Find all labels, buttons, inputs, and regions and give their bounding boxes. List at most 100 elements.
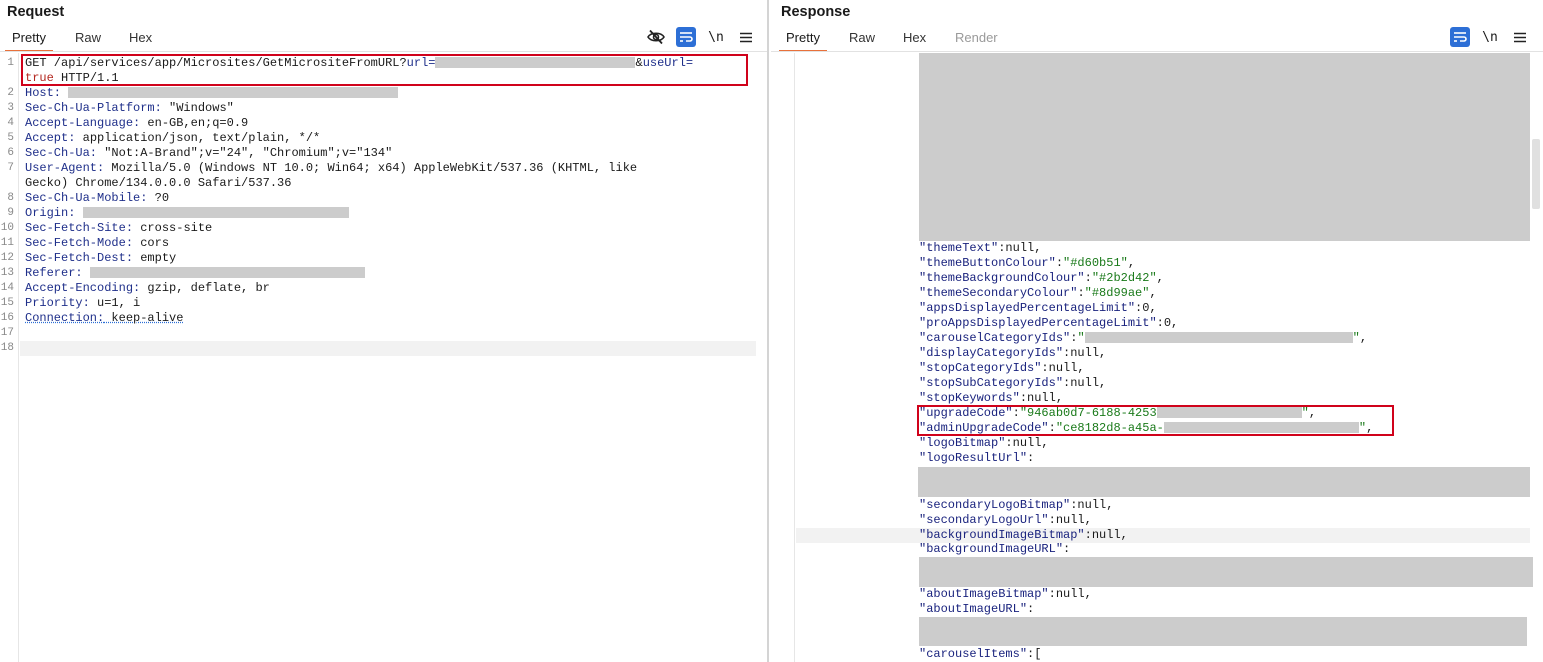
newline-toggle-button[interactable]: \n (706, 27, 726, 47)
response-editor[interactable]: "themeText":null, "themeButtonColour":"#… (771, 53, 1543, 662)
request-tabbar-divider (0, 51, 767, 52)
header-value: "Not:A-Brand";v="24", "Chromium";v="134" (97, 146, 393, 160)
redacted-value (89, 267, 365, 279)
json-string: " (1352, 331, 1360, 345)
json-string: " (1077, 331, 1085, 345)
line-number: 3 (7, 102, 14, 114)
json-line: "aboutImageBitmap":null, (919, 587, 1092, 602)
header-value: cors (133, 236, 170, 250)
text-wrap-icon[interactable] (1450, 27, 1470, 47)
header-name: Referer: (25, 266, 83, 280)
json-line: "displayCategoryIds":null, (919, 346, 1106, 361)
json-line: "stopSubCategoryIds":null, (919, 376, 1106, 391)
json-punct: :0, (1135, 301, 1157, 315)
header-value: gzip, deflate, br (140, 281, 270, 295)
eye-slash-icon[interactable] (646, 27, 666, 47)
json-key: "secondaryLogoUrl" (919, 513, 1049, 527)
json-punct: :null, (1063, 346, 1107, 360)
json-line: "aboutImageURL": (919, 602, 1034, 617)
header-value: en-GB,en;q=0.9 (140, 116, 249, 130)
request-editor[interactable]: 1 2 3 4 5 6 7 8 9 10 11 12 13 14 15 16 1… (0, 53, 767, 662)
request-tab-pretty[interactable]: Pretty (5, 30, 53, 52)
header-name: Sec-Fetch-Dest: (25, 251, 134, 265)
request-tab-raw[interactable]: Raw (75, 30, 101, 50)
request-tab-hex[interactable]: Hex (129, 30, 152, 50)
line-number: 2 (7, 87, 14, 99)
json-string: "#8d99ae" (1084, 286, 1150, 300)
json-line: "logoBitmap":null, (919, 436, 1049, 451)
header-name: Origin: (25, 206, 76, 220)
json-key: "themeText" (919, 241, 999, 255)
redacted-value (1084, 332, 1353, 344)
json-line: "stopKeywords":null, (919, 391, 1063, 406)
header-name: Accept-Encoding: (25, 281, 141, 295)
header-line: Accept-Language: en-GB,en;q=0.9 (25, 116, 248, 131)
json-punct: :null, (1005, 436, 1049, 450)
hamburger-menu-icon[interactable] (1510, 27, 1530, 47)
redacted-value (68, 87, 399, 99)
line-number: 1 (7, 57, 14, 69)
request-pane: Request Pretty Raw Hex \n 1 2 3 4 5 6 7 … (0, 0, 767, 662)
json-punct: : (1027, 451, 1035, 465)
response-tabbar-divider (771, 51, 1543, 52)
json-string: "#2b2d42" (1091, 271, 1157, 285)
line-number: 6 (7, 147, 14, 159)
header-line: Priority: u=1, i (25, 296, 140, 311)
header-value: empty (133, 251, 177, 265)
json-punct: :null, (998, 241, 1042, 255)
json-key: "stopSubCategoryIds" (919, 376, 1064, 390)
response-scrollbar-thumb[interactable] (1532, 139, 1540, 209)
line-number: 14 (0, 282, 14, 294)
header-name: User-Agent: (25, 161, 105, 175)
header-line: Sec-Ch-Ua-Mobile: ?0 (25, 191, 169, 206)
pane-divider[interactable] (767, 0, 769, 662)
json-line: "appsDisplayedPercentageLimit":0, (919, 301, 1157, 316)
response-tab-pretty[interactable]: Pretty (779, 30, 827, 52)
json-line: "backgroundImageURL": (919, 542, 1070, 557)
text-wrap-icon[interactable] (676, 27, 696, 47)
header-name: Priority: (25, 296, 90, 310)
line-number: 8 (7, 192, 14, 204)
json-key: "proAppsDisplayedPercentageLimit" (919, 316, 1157, 330)
redacted-block (918, 467, 1530, 497)
json-line: "stopCategoryIds":null, (919, 361, 1085, 376)
json-key: "themeBackgroundColour" (919, 271, 1085, 285)
newline-toggle-button[interactable]: \n (1480, 27, 1500, 47)
json-punct: , (1156, 271, 1164, 285)
header-name: Connection: (25, 311, 105, 325)
json-line: "secondaryLogoBitmap":null, (919, 498, 1113, 513)
header-line-wrap: Gecko) Chrome/134.0.0.0 Safari/537.36 (25, 176, 292, 190)
json-punct: : (1027, 602, 1035, 616)
json-line: "themeButtonColour":"#d60b51", (919, 256, 1135, 271)
response-tab-raw[interactable]: Raw (849, 30, 875, 50)
response-tab-render[interactable]: Render (955, 30, 998, 50)
header-line: Accept-Encoding: gzip, deflate, br (25, 281, 270, 296)
json-line: "proAppsDisplayedPercentageLimit":0, (919, 316, 1178, 331)
json-key: "carouselItems" (919, 647, 1028, 661)
current-line-highlight (20, 341, 756, 356)
line-number: 7 (7, 162, 14, 174)
json-punct: :null, (1048, 513, 1092, 527)
header-name: Sec-Ch-Ua: (25, 146, 98, 160)
line-number: 9 (7, 207, 14, 219)
json-key: "logoBitmap" (919, 436, 1006, 450)
response-tab-hex[interactable]: Hex (903, 30, 926, 50)
highlight-box-upgrade-codes (917, 405, 1394, 436)
json-punct: , (1127, 256, 1136, 270)
header-name: Sec-Ch-Ua-Platform: (25, 101, 162, 115)
line-number: 11 (0, 237, 14, 249)
json-line: "themeText":null, (919, 241, 1041, 256)
line-number: 4 (7, 117, 14, 129)
header-value: Mozilla/5.0 (Windows NT 10.0; Win64; x64… (104, 161, 638, 175)
response-title: Response (781, 4, 851, 20)
hamburger-menu-icon[interactable] (736, 27, 756, 47)
json-punct: , (1149, 286, 1157, 300)
json-punct: :null, (1084, 528, 1128, 542)
json-key: "logoResultUrl" (919, 451, 1028, 465)
json-key: "aboutImageURL" (919, 602, 1028, 616)
response-line-gutter (771, 53, 795, 662)
json-key: "displayCategoryIds" (919, 346, 1064, 360)
current-line-highlight (796, 528, 1530, 543)
line-number: 16 (0, 312, 14, 324)
json-key: "appsDisplayedPercentageLimit" (919, 301, 1136, 315)
